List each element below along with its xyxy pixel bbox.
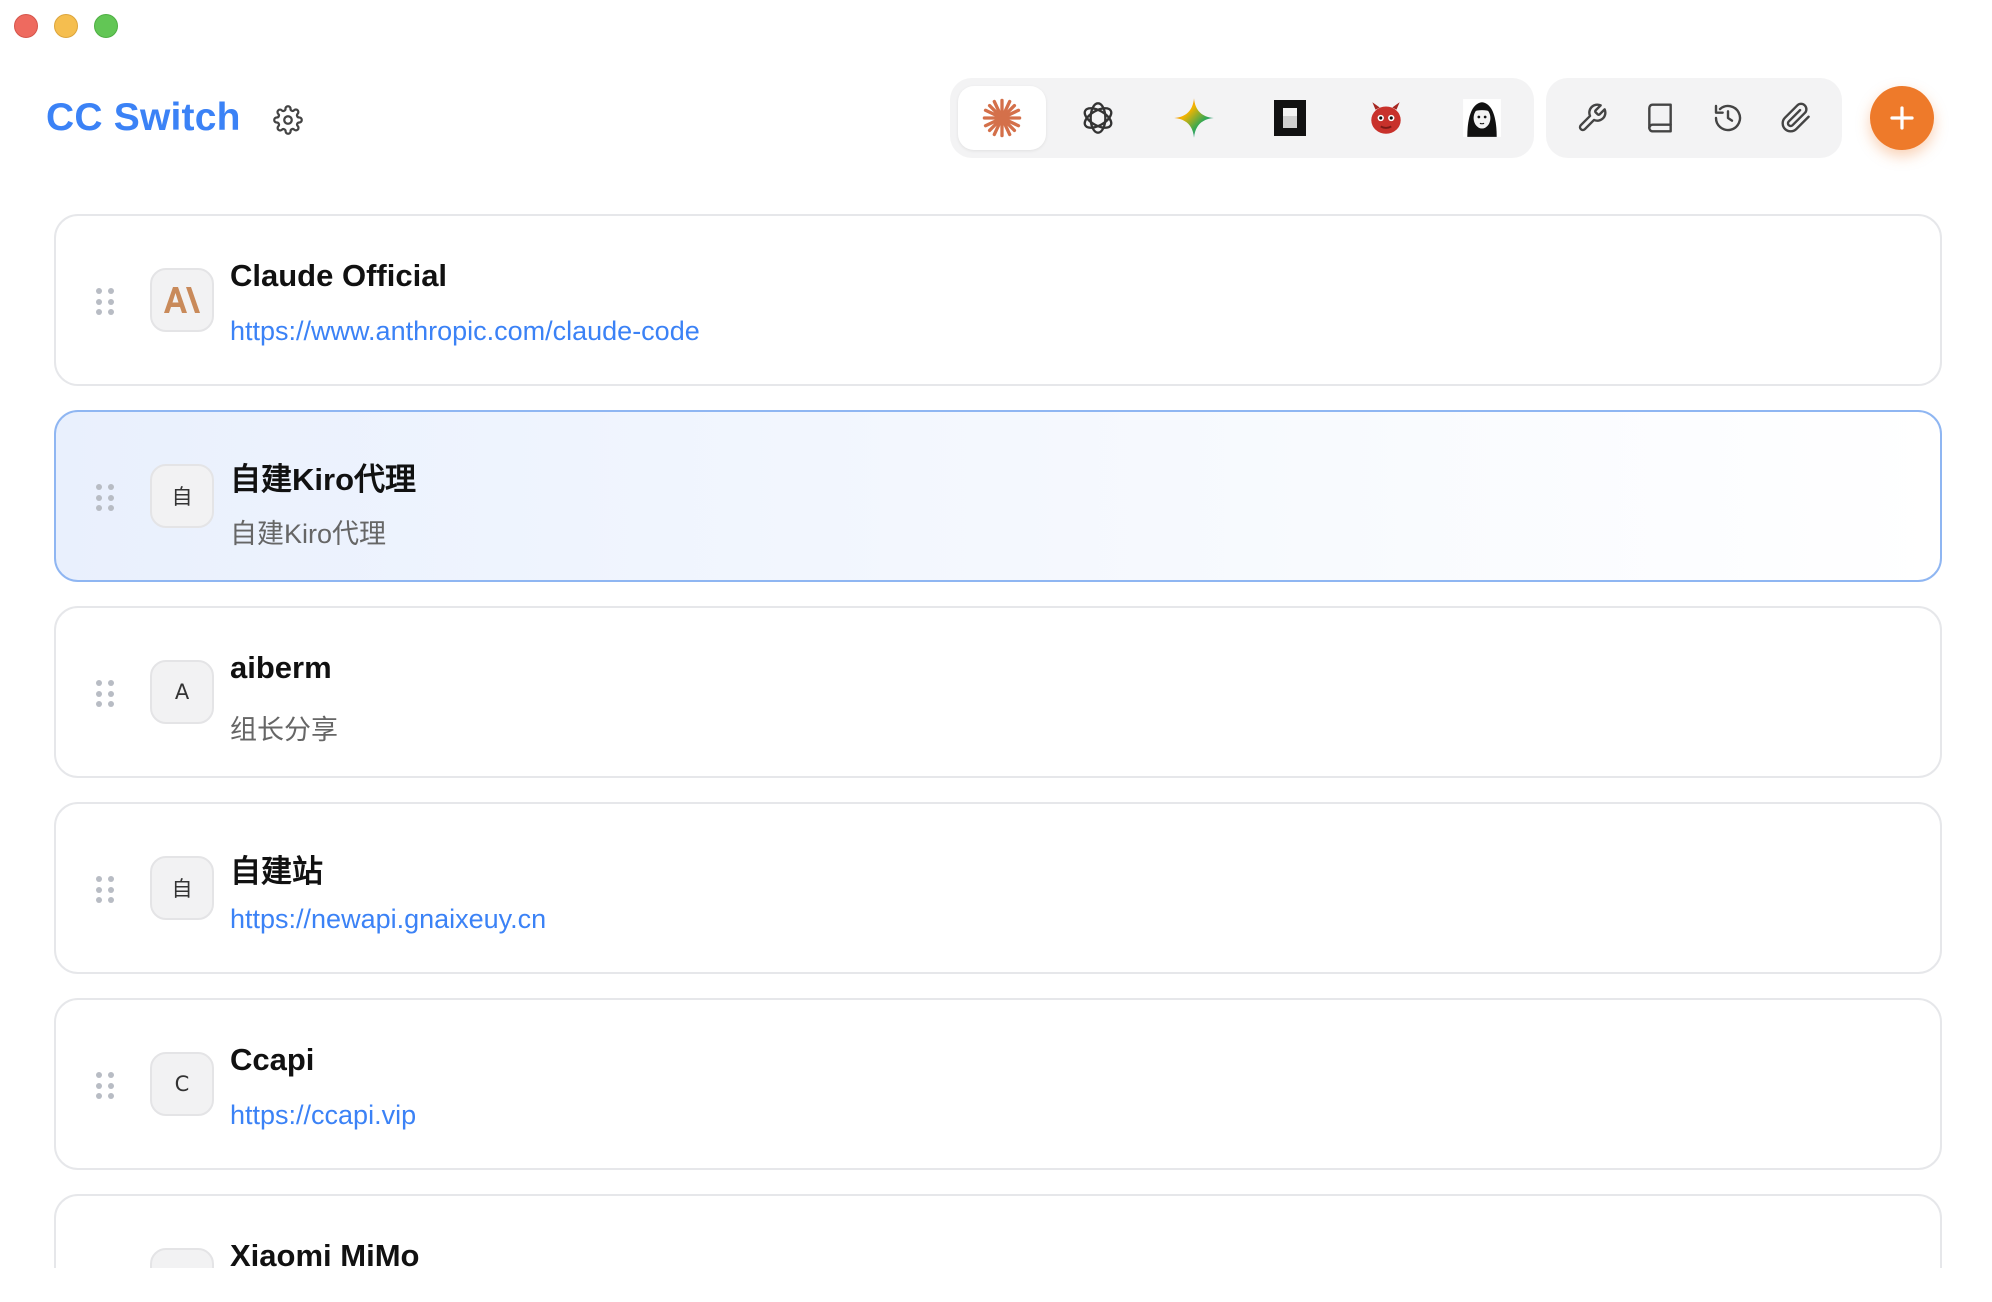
- provider-card-self-hosted[interactable]: 自 自建站 https://newapi.gnaixeuy.cn: [54, 802, 1942, 974]
- provider-avatar: 自: [150, 464, 214, 528]
- provider-card-xiaomi-mimo[interactable]: Xiaomi MiMo: [54, 1194, 1942, 1268]
- wrench-icon: [1578, 103, 1607, 132]
- minimize-window-button[interactable]: [54, 14, 78, 38]
- provider-title: Xiaomi MiMo: [230, 1238, 420, 1268]
- provider-title: Ccapi: [230, 1042, 315, 1077]
- drag-handle-icon[interactable]: [96, 484, 114, 512]
- portrait-icon: [1463, 99, 1501, 137]
- provider-title: Claude Official: [230, 258, 448, 293]
- zoom-window-button[interactable]: [94, 14, 118, 38]
- app-switcher: [950, 78, 1534, 158]
- gemini-star-icon: [1174, 98, 1214, 138]
- mcp-tools-button[interactable]: [1564, 90, 1620, 146]
- provider-title: 自建站: [230, 854, 323, 889]
- plus-icon: [1890, 106, 1914, 130]
- provider-avatar: 自: [150, 856, 214, 920]
- claude-sparkle-icon: [982, 98, 1022, 138]
- drag-handle-icon[interactable]: [96, 288, 114, 316]
- app-tab-redbot[interactable]: [1342, 86, 1430, 150]
- provider-avatar: [150, 1248, 214, 1268]
- provider-avatar: C: [150, 1052, 214, 1116]
- app-tab-kiro[interactable]: [1246, 86, 1334, 150]
- app-tab-gemini[interactable]: [1150, 86, 1238, 150]
- tool-group: [1546, 78, 1842, 158]
- provider-list: Claude Official https://www.anthropic.co…: [54, 214, 1942, 1268]
- app-title: CC Switch: [46, 96, 241, 139]
- app-window: CC Switch Claude Official https://www.an…: [0, 0, 1992, 1302]
- app-tab-codex[interactable]: [1054, 86, 1142, 150]
- provider-url-link[interactable]: https://www.anthropic.com/claude-code: [230, 316, 700, 347]
- header: CC Switch: [0, 78, 1992, 160]
- add-provider-button[interactable]: [1870, 86, 1934, 150]
- provider-url-link[interactable]: https://ccapi.vip: [230, 1100, 416, 1131]
- provider-avatar: A: [150, 660, 214, 724]
- provider-card-kiro-proxy[interactable]: 自 自建Kiro代理 自建Kiro代理: [54, 410, 1942, 582]
- prompts-button[interactable]: [1632, 90, 1688, 146]
- book-icon: [1648, 103, 1672, 133]
- provider-title: 自建Kiro代理: [230, 462, 416, 497]
- settings-button[interactable]: [270, 102, 306, 138]
- provider-card-aiberm[interactable]: A aiberm 组长分享: [54, 606, 1942, 778]
- openai-icon: [1083, 102, 1113, 134]
- app-tab-claude[interactable]: [958, 86, 1046, 150]
- provider-notes: 组长分享: [230, 715, 338, 745]
- provider-url-link[interactable]: https://newapi.gnaixeuy.cn: [230, 904, 546, 935]
- close-window-button[interactable]: [14, 14, 38, 38]
- provider-card-claude-official[interactable]: Claude Official https://www.anthropic.co…: [54, 214, 1942, 386]
- anthropic-logo-icon: [150, 268, 214, 332]
- gear-icon: [273, 105, 303, 135]
- history-icon: [1714, 104, 1742, 132]
- drag-handle-icon[interactable]: [96, 680, 114, 708]
- red-creature-icon: [1371, 102, 1401, 134]
- drag-handle-icon[interactable]: [96, 876, 114, 904]
- provider-title: aiberm: [230, 650, 332, 685]
- paperclip-icon: [1781, 102, 1810, 133]
- attachment-button[interactable]: [1768, 90, 1824, 146]
- drag-handle-icon[interactable]: [96, 1072, 114, 1100]
- provider-card-ccapi[interactable]: C Ccapi https://ccapi.vip: [54, 998, 1942, 1170]
- provider-notes: 自建Kiro代理: [230, 519, 387, 549]
- black-square-icon: [1274, 100, 1306, 136]
- window-controls: [14, 14, 118, 38]
- history-button[interactable]: [1700, 90, 1756, 146]
- app-tab-portrait[interactable]: [1438, 86, 1526, 150]
- window-bottom-edge: [0, 1268, 1992, 1302]
